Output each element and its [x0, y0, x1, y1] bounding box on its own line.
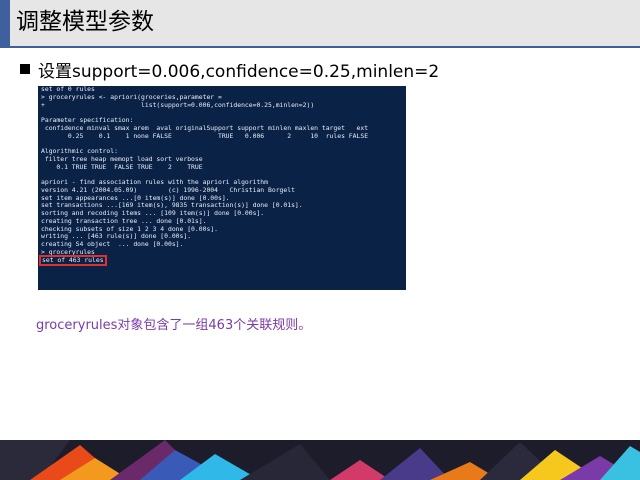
square-bullet-icon [20, 64, 30, 74]
console-line: 0.1 TRUE TRUE FALSE TRUE 2 TRUE [41, 162, 203, 171]
console-line: 0.25 0.1 1 none FALSE TRUE 0.006 2 10 ru… [41, 131, 369, 140]
title-accent-bar [0, 0, 10, 46]
bullet-text: 设置support=0.006,confidence=0.25,minlen=2 [38, 61, 440, 82]
console-line: > groceryrules [41, 247, 95, 256]
title-underline [0, 46, 640, 48]
console-output: set of 0 rules > groceryrules <- apriori… [38, 86, 406, 267]
r-console-screenshot: set of 0 rules > groceryrules <- apriori… [38, 86, 406, 290]
footer-graphic [0, 440, 640, 480]
bullet-item: 设置support=0.006,confidence=0.25,minlen=2 [20, 57, 440, 82]
decorative-footer [0, 440, 640, 480]
slide-title: 调整模型参数 [16, 9, 154, 35]
console-line: + list(support=0.006,confidence=0.25,min… [41, 100, 315, 109]
slide-caption: groceryrules对象包含了一组463个关联规则。 [36, 318, 312, 333]
highlighted-result-line: set of 463 rules [39, 254, 107, 267]
